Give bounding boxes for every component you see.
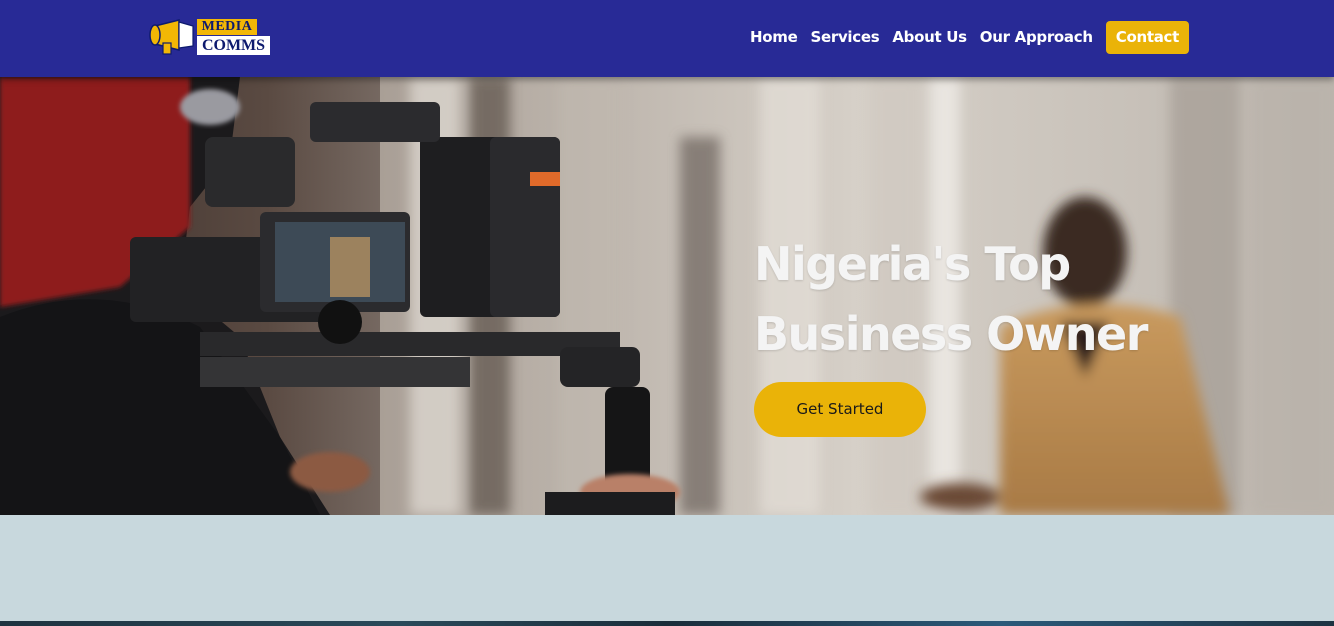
hero-title: Nigeria's Top Business Owner <box>754 229 1314 369</box>
media-comms-logo[interactable]: MEDIA COMMS <box>149 16 271 58</box>
hero-title-line1: Nigeria's Top <box>754 237 1071 291</box>
next-section-image-strip <box>0 621 1334 626</box>
logo-text-comms: COMMS <box>197 36 270 55</box>
get-started-button[interactable]: Get Started <box>754 382 926 437</box>
top-navbar: MEDIA COMMS Home Services About Us Our A… <box>0 0 1334 77</box>
hero-section: Nigeria's Top Business Owner Get Started <box>0 77 1334 515</box>
nav-link-home[interactable]: Home <box>750 21 798 54</box>
logo-text-media: MEDIA <box>197 19 257 35</box>
contact-button[interactable]: Contact <box>1105 21 1189 54</box>
nav-menu: Home Services About Us Our Approach Cont… <box>750 21 1189 54</box>
nav-link-services[interactable]: Services <box>810 21 879 54</box>
nav-link-about-us[interactable]: About Us <box>892 21 967 54</box>
nav-link-our-approach[interactable]: Our Approach <box>980 21 1093 54</box>
next-section-background <box>0 515 1334 626</box>
megaphone-icon <box>149 19 194 55</box>
hero-title-line2: Business Owner <box>754 307 1148 361</box>
